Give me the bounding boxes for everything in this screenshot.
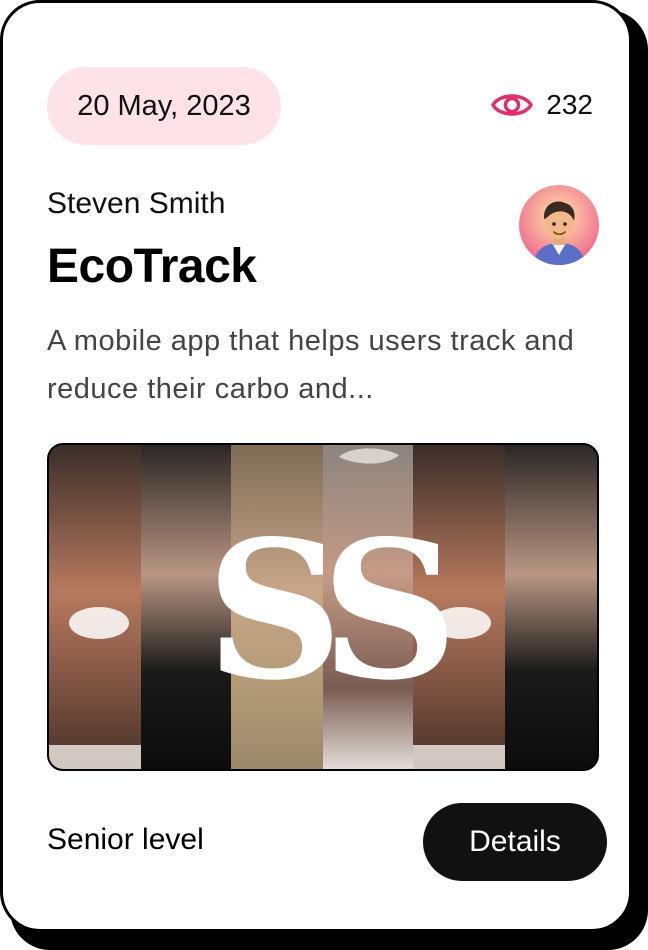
project-card: 20 May, 2023 232 Steven Smith EcoTrack A… bbox=[0, 0, 632, 932]
eye-icon bbox=[491, 94, 534, 116]
project-description: A mobile app that helps users track and … bbox=[47, 325, 575, 405]
avatar[interactable] bbox=[519, 185, 599, 265]
cover-logo: SS bbox=[206, 499, 447, 722]
view-count: 232 bbox=[490, 83, 593, 127]
date-text: 20 May, 2023 bbox=[77, 89, 251, 122]
view-count-value: 232 bbox=[546, 89, 593, 120]
cover-image: SS bbox=[47, 443, 599, 771]
author-name: Steven Smith bbox=[47, 187, 226, 220]
experience-level: Senior level bbox=[47, 823, 204, 856]
project-title: EcoTrack bbox=[47, 240, 257, 293]
date-badge: 20 May, 2023 bbox=[47, 67, 281, 145]
details-button[interactable]: Details bbox=[423, 803, 607, 881]
